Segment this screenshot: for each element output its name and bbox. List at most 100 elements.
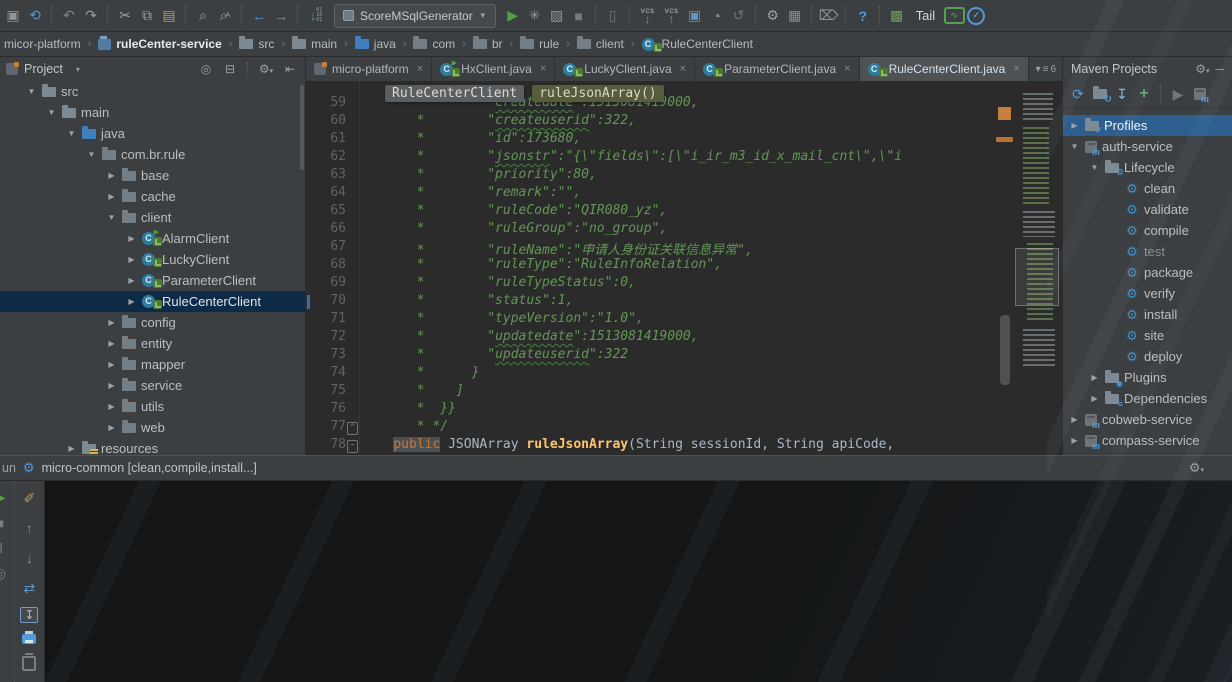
tab-close-icon[interactable]: ×: [540, 63, 546, 75]
hide-panel-icon[interactable]: ─: [1215, 62, 1224, 76]
fold-icon[interactable]: −: [347, 440, 358, 453]
tree-row-cobweb-service[interactable]: ▶ m cobweb-service: [1063, 409, 1232, 431]
editor-tab-LuckyClient.java[interactable]: C LuckyClient.java ×: [555, 57, 696, 81]
run-console[interactable]: [45, 481, 1232, 682]
tree-row-compass-service[interactable]: ▶ m compass-service: [1063, 430, 1232, 452]
soft-wrap-icon[interactable]: ⇄: [18, 577, 40, 599]
tree-row-client[interactable]: ▼ client: [0, 207, 305, 228]
breadcrumb-item-client[interactable]: client: [575, 36, 626, 51]
add-icon[interactable]: +: [1133, 83, 1155, 105]
vcs-commit-icon[interactable]: VCS ↑: [660, 5, 684, 27]
breadcrumb-item-java[interactable]: java: [353, 36, 398, 51]
breadcrumb-item-com[interactable]: com: [411, 36, 457, 51]
chevron-expanded-icon[interactable]: ▼: [106, 213, 117, 222]
tree-row-clean[interactable]: ⚙ clean: [1063, 178, 1232, 199]
chevron-collapsed-icon[interactable]: ▶: [1069, 121, 1080, 130]
tree-row-AlarmClient[interactable]: ▶ C ▶ AlarmClient: [0, 228, 305, 249]
monitor-icon[interactable]: ∿: [943, 5, 965, 27]
breadcrumb-item-rule[interactable]: rule: [518, 36, 561, 51]
chevron-down-icon[interactable]: ▾: [69, 65, 87, 74]
rollback-icon[interactable]: ↺: [728, 5, 750, 27]
error-stripe-mark[interactable]: [998, 107, 1011, 120]
chevron-collapsed-icon[interactable]: ▶: [126, 297, 137, 306]
breadcrumb-item-main[interactable]: main: [290, 36, 339, 51]
run-icon[interactable]: ▶: [1167, 83, 1189, 105]
cleanup-icon[interactable]: ⌦: [818, 5, 840, 27]
tree-row-LuckyClient[interactable]: ▶ C LuckyClient: [0, 249, 305, 270]
run-config-label[interactable]: micro-common [clean,compile,install...]: [42, 461, 257, 475]
tree-row-web[interactable]: ▶ web: [0, 417, 305, 438]
help-icon[interactable]: ?: [852, 5, 874, 27]
chevron-collapsed-icon[interactable]: ▶: [1089, 394, 1100, 403]
print-icon[interactable]: [22, 631, 37, 644]
brush-icon[interactable]: ✐: [18, 487, 40, 509]
tree-row-Lifecycle[interactable]: ▼ Lifecycle: [1063, 157, 1232, 178]
chevron-collapsed-icon[interactable]: ▶: [106, 171, 117, 180]
error-stripe-mark[interactable]: [996, 137, 1013, 142]
gear-icon[interactable]: ⚙▾: [1189, 460, 1204, 476]
tree-row-java[interactable]: ▼ java: [0, 123, 305, 144]
tree-row-install[interactable]: ⚙ install: [1063, 304, 1232, 325]
structure-icon[interactable]: ▦: [784, 5, 806, 27]
tree-row-service[interactable]: ▶ service: [0, 375, 305, 396]
tail-plugin-label[interactable]: Tail: [916, 8, 936, 23]
tree-row-validate[interactable]: ⚙ validate: [1063, 199, 1232, 220]
profiler-icon[interactable]: ◎: [0, 565, 10, 582]
chevron-collapsed-icon[interactable]: ▶: [106, 402, 117, 411]
chevron-collapsed-icon[interactable]: ▶: [66, 444, 77, 453]
editor-tab-RuleCenterClient.java[interactable]: C RuleCenterClient.java ×: [859, 57, 1029, 81]
maven-settings-icon[interactable]: m: [1189, 83, 1211, 105]
tree-row-utils[interactable]: ▶ utils: [0, 396, 305, 417]
settings-icon[interactable]: ⚙: [762, 5, 784, 27]
tree-row-site[interactable]: ⚙ site: [1063, 325, 1232, 346]
checkmark-icon[interactable]: ✓: [965, 5, 987, 27]
hide-panel-icon[interactable]: ⇤: [281, 62, 299, 76]
toolbox-icon[interactable]: ▣: [684, 5, 706, 27]
history-icon[interactable]: ◔: [706, 5, 728, 27]
paste-icon[interactable]: ▤: [158, 5, 180, 27]
project-scrollbar[interactable]: [300, 85, 304, 170]
reimport-icon[interactable]: ⟳: [1067, 83, 1089, 105]
line-sort-icon[interactable]: ↓ 01 10 01: [304, 5, 328, 27]
tree-row-deploy[interactable]: ⚙ deploy: [1063, 346, 1232, 367]
tree-row-resources[interactable]: ▶ resources: [0, 438, 305, 455]
chevron-collapsed-icon[interactable]: ▶: [106, 318, 117, 327]
tree-row-Plugins[interactable]: ▶ Plugins: [1063, 367, 1232, 388]
chevron-collapsed-icon[interactable]: ▶: [1069, 436, 1080, 445]
tree-row-entity[interactable]: ▶ entity: [0, 333, 305, 354]
chevron-collapsed-icon[interactable]: ▶: [1069, 415, 1080, 424]
tree-row-ParameterClient[interactable]: ▶ C ParameterClient: [0, 270, 305, 291]
breadcrumb-item-rulecenter-service[interactable]: ruleCenter-service: [96, 35, 223, 51]
gear-icon[interactable]: ⚙▾: [257, 62, 275, 76]
code-minimap[interactable]: [1015, 93, 1059, 393]
pause-icon[interactable]: ‖: [0, 540, 10, 556]
vcs-update-icon[interactable]: VCS ↓: [636, 5, 660, 27]
forward-icon[interactable]: →: [270, 5, 292, 27]
tree-row-Profiles[interactable]: ▶ Profiles: [1063, 115, 1232, 136]
chevron-expanded-icon[interactable]: ▼: [1089, 163, 1100, 172]
chevron-collapsed-icon[interactable]: ▶: [106, 360, 117, 369]
tree-row-main[interactable]: ▼ main: [0, 102, 305, 123]
breadcrumb-chip-method[interactable]: ruleJsonArray(): [532, 85, 664, 102]
coverage-icon[interactable]: ▨: [546, 5, 568, 27]
breadcrumb-item-br[interactable]: br: [471, 36, 505, 51]
chevron-expanded-icon[interactable]: ▼: [1069, 142, 1080, 151]
chevron-expanded-icon[interactable]: ▼: [26, 87, 37, 96]
run-icon[interactable]: ▶: [502, 5, 524, 27]
breadcrumb-chip-class[interactable]: RuleCenterClient: [385, 85, 525, 102]
download-sources-icon[interactable]: ↧: [1111, 83, 1133, 105]
down-icon[interactable]: ↓: [18, 547, 40, 569]
stop-icon[interactable]: ■: [0, 515, 10, 531]
chevron-collapsed-icon[interactable]: ▶: [106, 192, 117, 201]
chevron-expanded-icon[interactable]: ▼: [66, 129, 77, 138]
chevron-collapsed-icon[interactable]: ▶: [106, 381, 117, 390]
run-window-label[interactable]: un: [2, 461, 16, 475]
scroll-to-end-icon[interactable]: ↧: [20, 607, 39, 623]
tab-close-icon[interactable]: ×: [417, 63, 423, 75]
editor-tab-HxClient.java[interactable]: C ▶ HxClient.java ×: [432, 57, 556, 81]
tree-row-mapper[interactable]: ▶ mapper: [0, 354, 305, 375]
tree-row-Dependencies[interactable]: ▶ Dependencies: [1063, 388, 1232, 409]
tree-row-base[interactable]: ▶ base: [0, 165, 305, 186]
minimap-viewport[interactable]: [1015, 248, 1059, 306]
tree-row-config[interactable]: ▶ config: [0, 312, 305, 333]
